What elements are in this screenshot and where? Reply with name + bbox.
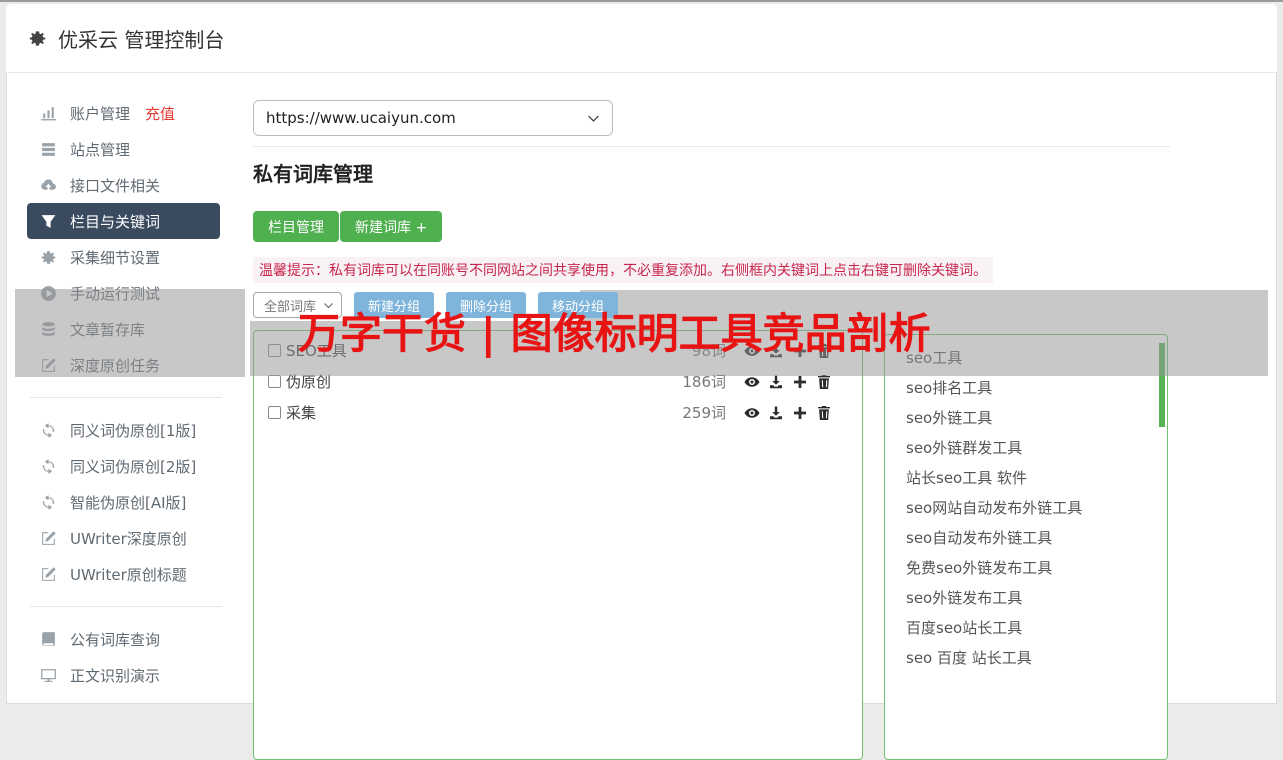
sidebar-item-synonym-v1[interactable]: 同义词伪原创[1版] (6, 412, 242, 448)
sidebar-item-uwriter-deep[interactable]: UWriter深度原创 (6, 520, 242, 556)
gears-icon (40, 249, 57, 266)
add-icon[interactable] (792, 405, 808, 421)
divider (253, 146, 1170, 147)
sidebar-item-collect-settings[interactable]: 采集细节设置 (6, 239, 242, 275)
sync-icon (40, 422, 57, 439)
sidebar-item-account[interactable]: 账户管理 充值 (6, 95, 242, 131)
sidebar-item-label: 公有词库查询 (70, 630, 161, 649)
row-checkbox[interactable] (268, 375, 281, 388)
lexicon-count: 259词 (682, 404, 726, 422)
lexicon-name: 采集 (286, 404, 317, 422)
sidebar-item-label: UWriter原创标题 (70, 565, 187, 584)
sidebar-item-synonym-v2[interactable]: 同义词伪原创[2版] (6, 448, 242, 484)
new-lexicon-button[interactable]: 新建词库 + (340, 211, 443, 242)
download-icon[interactable] (768, 405, 784, 421)
watermark-overlay (15, 289, 245, 377)
site-select[interactable]: https://www.ucaiyun.com (253, 100, 613, 136)
lexicon-row: 采集 259词 (254, 397, 862, 428)
chart-bar-icon (40, 105, 57, 122)
sidebar-item-public-lexicon[interactable]: 公有词库查询 (6, 621, 242, 657)
keyword-item[interactable]: seo排名工具 (906, 373, 1167, 403)
edit-icon (40, 566, 57, 583)
sidebar-item-label: 采集细节设置 (70, 248, 161, 267)
sidebar-item-label: UWriter深度原创 (70, 529, 187, 548)
filter-icon (40, 213, 57, 230)
keyword-item[interactable]: 百度seo站长工具 (906, 613, 1167, 643)
app-title: 优采云 管理控制台 (58, 27, 225, 52)
view-icon[interactable] (744, 405, 760, 421)
keyword-item[interactable]: 免费seo外链发布工具 (906, 553, 1167, 583)
cloud-upload-icon (40, 177, 57, 194)
book-icon (40, 631, 57, 648)
sidebar-item-uwriter-title[interactable]: UWriter原创标题 (6, 556, 242, 592)
sidebar-item-label: 站点管理 (70, 140, 131, 159)
sync-icon (40, 458, 57, 475)
sidebar-divider (30, 606, 222, 607)
keyword-item[interactable]: seo网站自动发布外链工具 (906, 493, 1167, 523)
app-header: 优采云 管理控制台 (6, 4, 1277, 73)
trash-icon[interactable] (816, 405, 832, 421)
sync-icon (40, 494, 57, 511)
sidebar-item-columns-keywords[interactable]: 栏目与关键词 (27, 203, 220, 239)
site-select-value: https://www.ucaiyun.com (266, 109, 456, 127)
sidebar-item-label: 同义词伪原创[2版] (70, 457, 197, 476)
gear-icon (28, 29, 47, 48)
keyword-item[interactable]: seo自动发布外链工具 (906, 523, 1167, 553)
page-title: 私有词库管理 (253, 162, 373, 186)
sidebar-item-label: 正文识别演示 (70, 666, 161, 685)
keyword-list: seo工具 seo排名工具 seo外链工具 seo外链群发工具 站长seo工具 … (906, 343, 1167, 673)
keyword-panel: seo工具 seo排名工具 seo外链工具 seo外链群发工具 站长seo工具 … (884, 334, 1168, 760)
keyword-item[interactable]: 站长seo工具 软件 (906, 463, 1167, 493)
keyword-item[interactable]: seo外链工具 (906, 403, 1167, 433)
sidebar-item-label: 栏目与关键词 (70, 212, 161, 231)
sidebar-item-label: 账户管理 (70, 104, 131, 123)
window-top-edge (0, 0, 1283, 2)
lexicon-panel: SEO工具 98词 伪原创 186词 采集 259词 (253, 330, 863, 760)
keyword-item[interactable]: seo 百度 站长工具 (906, 643, 1167, 673)
watermark-text: 万字干货 | 图像标明工具竞品剖析 (298, 309, 931, 358)
sidebar-item-sites[interactable]: 站点管理 (6, 131, 242, 167)
sidebar-item-label: 接口文件相关 (70, 176, 161, 195)
sidebar: 账户管理 充值 站点管理 接口文件相关 栏目与关键词 采集细节设置 手动运行测试… (6, 95, 242, 693)
sidebar-item-label: 智能伪原创[AI版] (70, 493, 187, 512)
notice-text: 温馨提示：私有词库可以在同账号不同网站之间共享使用，不必重复添加。右侧框内关键词… (253, 257, 993, 283)
recharge-link[interactable]: 充值 (145, 103, 175, 124)
sidebar-item-content-detect[interactable]: 正文识别演示 (6, 657, 242, 693)
sidebar-item-ai-rewrite[interactable]: 智能伪原创[AI版] (6, 484, 242, 520)
server-icon (40, 141, 57, 158)
chevron-down-icon (587, 112, 600, 125)
keyword-item[interactable]: seo外链发布工具 (906, 583, 1167, 613)
sidebar-item-label: 同义词伪原创[1版] (70, 421, 197, 440)
sidebar-item-api-files[interactable]: 接口文件相关 (6, 167, 242, 203)
keyword-item[interactable]: seo外链群发工具 (906, 433, 1167, 463)
column-manage-button[interactable]: 栏目管理 (253, 211, 339, 242)
row-checkbox[interactable] (268, 406, 281, 419)
monitor-icon (40, 667, 57, 684)
edit-icon (40, 530, 57, 547)
sidebar-divider (30, 397, 222, 398)
